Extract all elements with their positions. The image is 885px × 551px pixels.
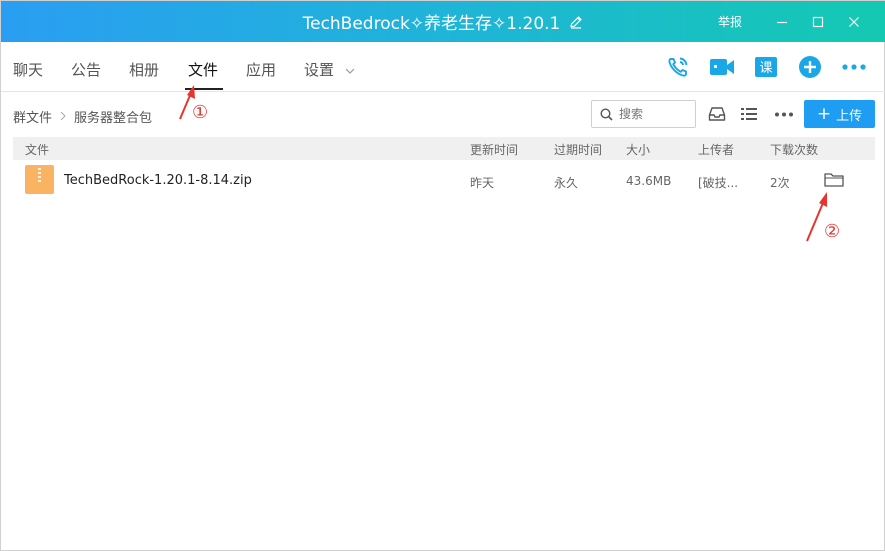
file-uploader: [破技... xyxy=(698,176,739,190)
close-button[interactable] xyxy=(836,1,872,42)
tab-apps[interactable]: 应用 xyxy=(246,59,276,80)
more-icon[interactable] xyxy=(832,54,876,80)
inbox-icon[interactable] xyxy=(704,102,730,126)
tab-bar: 聊天 公告 相册 文件 应用 设置 课 xyxy=(1,42,885,92)
tab-announcement[interactable]: 公告 xyxy=(71,59,101,80)
tab-album[interactable]: 相册 xyxy=(129,59,159,80)
annotation-label-2: ② xyxy=(824,221,841,242)
column-header-expires[interactable]: 过期时间 xyxy=(554,141,602,158)
upload-label: 上传 xyxy=(836,108,863,124)
phone-icon[interactable] xyxy=(656,54,700,80)
file-size: 43.6MB xyxy=(626,174,672,188)
maximize-button[interactable] xyxy=(800,1,836,42)
search-input[interactable] xyxy=(619,107,689,121)
class-icon[interactable]: 课 xyxy=(744,54,788,80)
title-bar: TechBedrock✧养老生存✧1.20.1 举报 xyxy=(1,1,885,42)
window-title: TechBedrock✧养老生存✧1.20.1 xyxy=(302,14,561,34)
search-icon xyxy=(600,107,613,121)
edit-title-icon[interactable] xyxy=(568,14,584,30)
file-updated: 昨天 xyxy=(470,176,495,190)
column-header-file[interactable]: 文件 xyxy=(25,141,49,158)
tab-files[interactable]: 文件 xyxy=(188,59,218,80)
column-header-updated[interactable]: 更新时间 xyxy=(470,141,518,158)
search-box[interactable] xyxy=(591,100,696,128)
upload-button[interactable]: + 上传 xyxy=(804,100,875,128)
table-row[interactable]: TechBedRock-1.20.1-8.14.zip 昨天 永久 43.6MB… xyxy=(13,160,875,202)
tab-settings[interactable]: 设置 xyxy=(304,59,355,80)
video-icon[interactable] xyxy=(700,54,744,80)
chevron-down-icon xyxy=(345,68,355,74)
column-header-uploader[interactable]: 上传者 xyxy=(698,141,734,158)
plus-icon: + xyxy=(816,103,832,124)
breadcrumb-separator xyxy=(60,110,66,124)
tab-settings-label: 设置 xyxy=(304,61,335,79)
annotation-label-1: ① xyxy=(192,102,209,123)
column-header-size[interactable]: 大小 xyxy=(626,141,650,158)
group-file-window: TechBedrock✧养老生存✧1.20.1 举报 聊天 公告 相册 文件 应… xyxy=(0,0,885,551)
file-name[interactable]: TechBedRock-1.20.1-8.14.zip xyxy=(64,173,252,188)
file-expires: 永久 xyxy=(554,176,579,190)
more-options-icon[interactable] xyxy=(771,102,797,126)
report-button[interactable]: 举报 xyxy=(718,13,742,30)
open-folder-icon[interactable] xyxy=(823,170,845,190)
column-header-downloads[interactable]: 下载次数 xyxy=(770,141,818,158)
add-icon[interactable] xyxy=(788,54,832,80)
file-table-header: 文件 更新时间 过期时间 大小 上传者 下载次数 xyxy=(13,137,875,160)
class-icon-text: 课 xyxy=(759,61,772,76)
breadcrumb-current: 服务器整合包 xyxy=(74,111,153,126)
list-view-icon[interactable] xyxy=(736,102,762,126)
tab-chat[interactable]: 聊天 xyxy=(13,59,43,80)
minimize-button[interactable] xyxy=(764,1,800,42)
breadcrumb: 群文件 服务器整合包 xyxy=(13,107,152,126)
zip-file-icon xyxy=(25,165,54,194)
file-downloads: 2次 xyxy=(770,176,790,190)
breadcrumb-root[interactable]: 群文件 xyxy=(13,107,52,126)
